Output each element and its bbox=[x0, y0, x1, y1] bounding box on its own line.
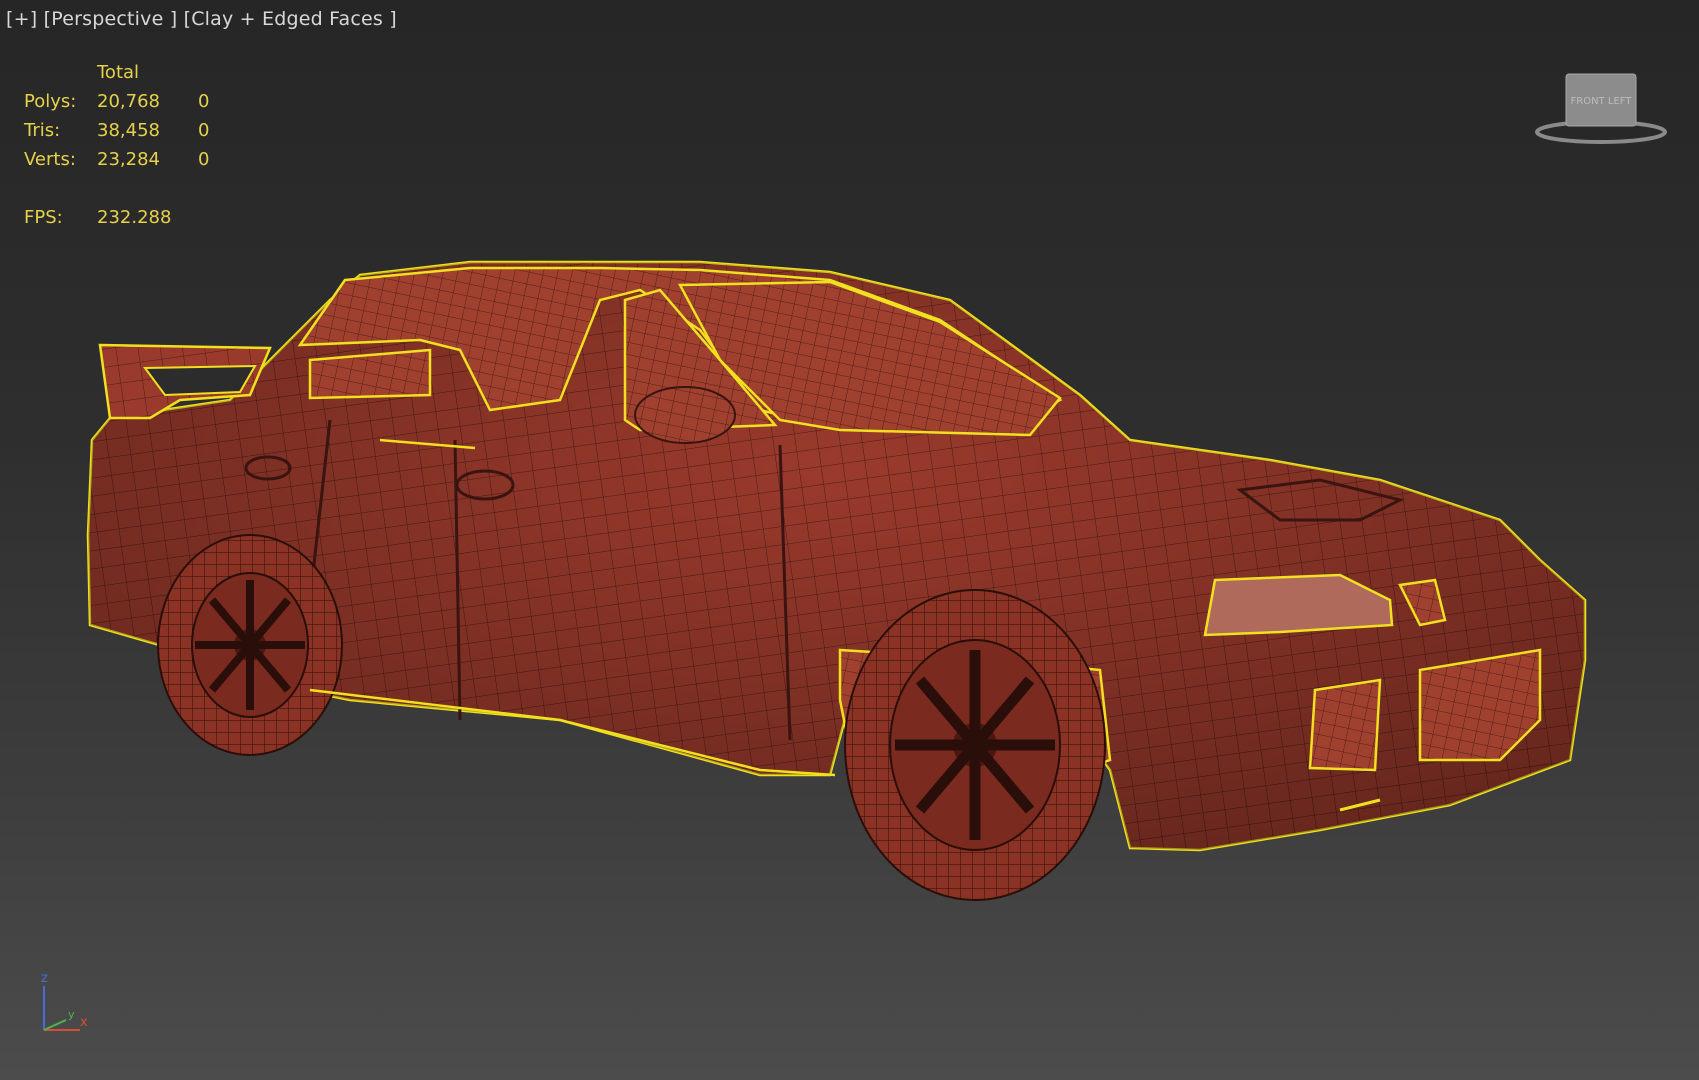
rear-wheel[interactable] bbox=[157, 534, 343, 756]
axis-y-label: y bbox=[68, 1008, 75, 1021]
axis-tripod: z x y bbox=[41, 971, 88, 1031]
side-mirror bbox=[634, 386, 736, 444]
axis-y-line bbox=[43, 1019, 67, 1031]
viewport-scene[interactable] bbox=[0, 0, 1699, 1080]
viewcube-face-label: FRONT LEFT bbox=[1571, 96, 1633, 107]
spoiler-gap bbox=[143, 364, 257, 397]
axis-z-label: z bbox=[41, 971, 48, 986]
bumper-intake-left bbox=[1308, 678, 1382, 772]
front-wheel[interactable] bbox=[844, 589, 1106, 901]
viewcube[interactable]: FRONT LEFT bbox=[1534, 70, 1669, 150]
car-model[interactable] bbox=[86, 260, 1587, 901]
axis-x-label: x bbox=[80, 1015, 88, 1030]
